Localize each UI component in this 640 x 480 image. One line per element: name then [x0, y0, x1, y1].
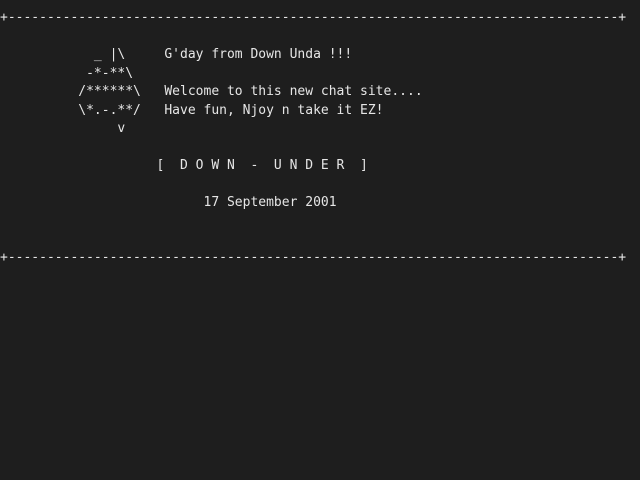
- banner-title: [ D O W N - U N D E R ]: [0, 158, 368, 173]
- date-line: 17 September 2001: [0, 195, 337, 210]
- ascii-art-line-3-welcome: /******\ Welcome to this new chat site..…: [0, 84, 423, 99]
- terminal-screen: +---------------------------------------…: [0, 0, 640, 480]
- bottom-border: +---------------------------------------…: [0, 250, 627, 265]
- ascii-art-line-1-greeting: _ |\ G'day from Down Unda !!!: [0, 47, 353, 62]
- ascii-art-line-2: -*-**\: [0, 65, 134, 81]
- ascii-art-line-5: v: [0, 121, 126, 136]
- top-border: +---------------------------------------…: [0, 10, 627, 25]
- ascii-art-line-4-have-fun: \*.-.**/ Have fun, Njoy n take it EZ!: [0, 102, 384, 118]
